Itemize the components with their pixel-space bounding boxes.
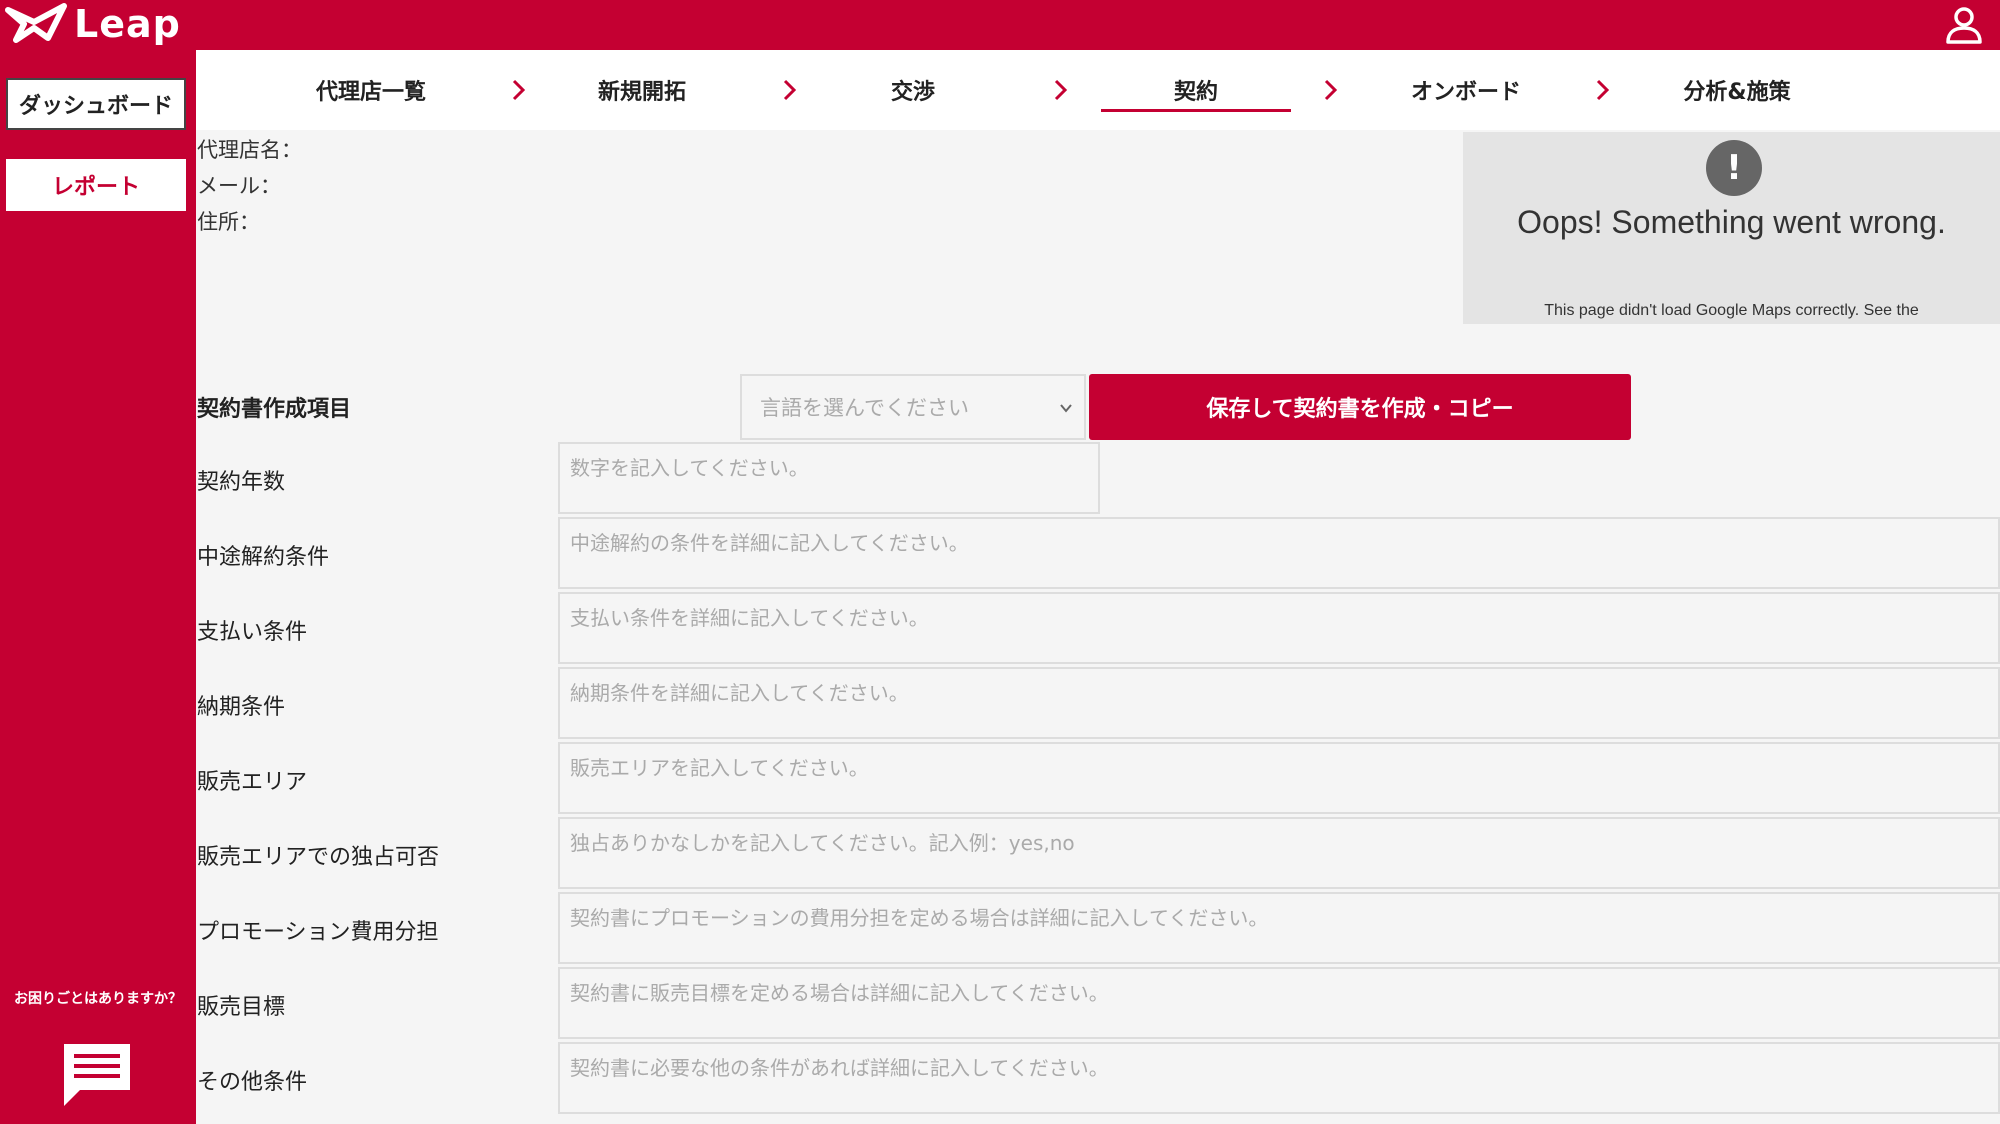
contract-years-input[interactable]: 数字を記入してください。 xyxy=(558,442,1100,514)
exclusivity-input[interactable]: 独占ありかなしかを記入してください。記入例：yes,no xyxy=(558,817,2000,889)
step-label: 交渉 xyxy=(890,80,935,105)
map-error-panel: ! Oops! Something went wrong. This page … xyxy=(1463,132,2000,324)
chevron-right-icon xyxy=(1596,79,1610,101)
map-error-subtitle: This page didn't load Google Maps correc… xyxy=(1544,302,1919,319)
help-prompt-text: お困りごとはありますか？ xyxy=(14,991,182,1007)
leap-logo-icon xyxy=(5,3,67,43)
step-label: 分析&施策 xyxy=(1683,80,1791,105)
language-select-placeholder: 言語を選んでください xyxy=(760,396,969,420)
brand-name: Leap xyxy=(74,2,181,46)
contract-section-title: 契約書作成項目 xyxy=(197,397,352,422)
save-and-create-contract-button[interactable]: 保存して契約書を作成・コピー xyxy=(1089,374,1631,440)
agency-name-label: 代理店名： xyxy=(197,138,302,162)
step-onboard[interactable]: オンボード xyxy=(1371,50,1561,130)
sales-area-input[interactable]: 販売エリアを記入してください。 xyxy=(558,742,2000,814)
contract-years-label: 契約年数 xyxy=(197,470,286,495)
step-agency-list[interactable]: 代理店一覧 xyxy=(276,50,466,130)
chevron-right-icon xyxy=(783,79,797,101)
app-logo[interactable]: Leap xyxy=(4,0,181,48)
sidebar: ダッシュボード レポート お困りごとはありますか？ xyxy=(0,50,196,1124)
agency-email-label: メール： xyxy=(197,174,281,198)
chevron-right-icon xyxy=(1054,79,1068,101)
agency-address-label: 住所： xyxy=(197,210,260,234)
chevron-right-icon xyxy=(1324,79,1338,101)
top-bar: Leap xyxy=(0,0,2000,50)
sales-area-label: 販売エリア xyxy=(197,770,308,795)
chevron-right-icon xyxy=(512,79,526,101)
sales-target-input[interactable]: 契約書に販売目標を定める場合は詳細に記入してください。 xyxy=(558,967,2000,1039)
workflow-steps-nav: 代理店一覧 新規開拓 交渉 契約 オンボード 分析&施策 xyxy=(196,50,2000,130)
early-termination-label: 中途解約条件 xyxy=(197,545,330,570)
step-negotiation[interactable]: 交渉 xyxy=(818,50,1008,130)
exclusivity-label: 販売エリアでの独占可否 xyxy=(197,845,440,870)
step-label: 契約 xyxy=(1173,80,1218,105)
payment-terms-input[interactable]: 支払い条件を詳細に記入してください。 xyxy=(558,592,2000,664)
chevron-down-icon xyxy=(1060,404,1072,413)
step-label: 新規開拓 xyxy=(597,80,686,105)
step-new-development[interactable]: 新規開拓 xyxy=(547,50,737,130)
delivery-terms-input[interactable]: 納期条件を詳細に記入してください。 xyxy=(558,667,2000,739)
sales-target-label: 販売目標 xyxy=(197,995,286,1020)
language-select[interactable]: 言語を選んでください xyxy=(740,374,1086,440)
promotion-cost-label: プロモーション費用分担 xyxy=(197,920,439,945)
dashboard-button[interactable]: ダッシュボード xyxy=(6,78,186,130)
map-error-title: Oops! Something went wrong. xyxy=(1517,204,1946,240)
chat-icon[interactable] xyxy=(58,1040,136,1112)
report-button[interactable]: レポート xyxy=(6,159,186,211)
other-terms-label: その他条件 xyxy=(197,1070,308,1095)
step-label: 代理店一覧 xyxy=(315,80,426,105)
promotion-cost-input[interactable]: 契約書にプロモーションの費用分担を定める場合は詳細に記入してください。 xyxy=(558,892,2000,964)
other-terms-input[interactable]: 契約書に必要な他の条件があれば詳細に記入してください。 xyxy=(558,1042,2000,1114)
delivery-terms-label: 納期条件 xyxy=(197,695,286,720)
step-label: オンボード xyxy=(1410,80,1521,105)
payment-terms-label: 支払い条件 xyxy=(197,620,308,645)
user-account-icon[interactable] xyxy=(1942,4,1986,48)
step-analysis[interactable]: 分析&施策 xyxy=(1642,50,1832,130)
step-contract[interactable]: 契約 xyxy=(1101,50,1291,130)
error-icon: ! xyxy=(1706,140,1762,196)
early-termination-input[interactable]: 中途解約の条件を詳細に記入してください。 xyxy=(558,517,2000,589)
